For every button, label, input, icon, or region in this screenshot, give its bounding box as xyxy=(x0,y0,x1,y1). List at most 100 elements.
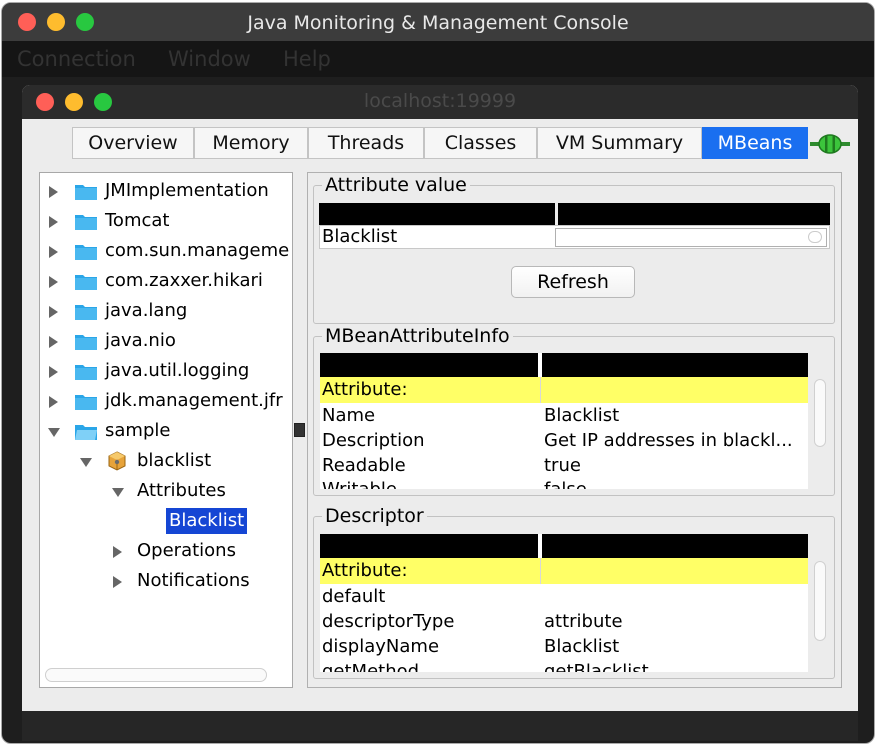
menu-window[interactable]: Window xyxy=(168,47,251,71)
descriptor-scrollbar[interactable] xyxy=(814,561,826,641)
attribute-info-group: MBeanAttributeInfo Attribute: Name Black… xyxy=(313,325,835,496)
table-header-value xyxy=(558,203,830,225)
connection-title-bar: localhost:19999 xyxy=(22,85,858,119)
tree-node-blacklist-attribute[interactable]: Blacklist xyxy=(40,508,290,534)
tree-horizontal-scrollbar[interactable] xyxy=(45,668,267,682)
expand-arrow-icon[interactable] xyxy=(49,336,58,348)
expand-arrow-icon[interactable] xyxy=(113,576,122,588)
descriptor-legend: Descriptor xyxy=(322,505,427,527)
title-bar: Java Monitoring & Management Console xyxy=(2,3,874,41)
expand-arrow-icon[interactable] xyxy=(49,366,58,378)
connection-status-icon[interactable] xyxy=(810,133,850,155)
descriptor-name-cell: default xyxy=(322,586,386,607)
tree-node-tomcat[interactable]: Tomcat xyxy=(40,208,290,234)
tree-node-label: blacklist xyxy=(137,450,212,471)
tab-overview[interactable]: Overview xyxy=(72,127,194,159)
folder-icon xyxy=(75,275,97,290)
attribute-value-group: Attribute value Blacklist Refresh xyxy=(313,174,835,324)
descriptor-table: Attribute: default descriptorType attrib… xyxy=(320,534,808,672)
attribute-value-field[interactable] xyxy=(555,228,827,247)
status-bar xyxy=(22,711,858,741)
tree-node-label: Attributes xyxy=(137,480,226,501)
connection-title: localhost:19999 xyxy=(363,90,517,112)
descriptor-header-label: Attribute: xyxy=(322,560,408,581)
tree-node-jmimplementation[interactable]: JMImplementation xyxy=(40,178,290,204)
expand-arrow-icon[interactable] xyxy=(49,306,58,318)
tree-node-java-nio[interactable]: java.nio xyxy=(40,328,290,354)
expand-arrow-icon[interactable] xyxy=(49,246,58,258)
mbean-tree[interactable]: JMImplementation Tomcat com.sun.manageme… xyxy=(39,172,293,688)
expand-arrow-icon[interactable] xyxy=(49,276,58,288)
tab-memory[interactable]: Memory xyxy=(194,127,308,159)
tree-node-java-util-logging[interactable]: java.util.logging xyxy=(40,358,290,384)
value-scroll-icon[interactable] xyxy=(808,231,822,243)
tree-node-attributes[interactable]: Attributes xyxy=(40,478,290,504)
tree-node-java-lang[interactable]: java.lang xyxy=(40,298,290,324)
tree-node-label: Tomcat xyxy=(105,210,170,231)
open-folder-icon xyxy=(75,425,97,440)
attribute-info-table: Attribute: Name Blacklist Description Ge… xyxy=(320,353,808,489)
folder-icon xyxy=(75,335,97,350)
tree-node-label: java.nio xyxy=(105,330,176,351)
bean-icon xyxy=(108,451,126,471)
descriptor-value-cell: attribute xyxy=(544,611,623,632)
tab-classes[interactable]: Classes xyxy=(424,127,537,159)
tree-node-label: Notifications xyxy=(137,570,250,591)
info-value-cell: false xyxy=(544,479,587,489)
folder-icon xyxy=(75,305,97,320)
tree-node-label: jdk.management.jfr xyxy=(105,390,283,411)
collapse-arrow-icon[interactable] xyxy=(48,428,60,437)
tree-node-label: Blacklist xyxy=(166,508,248,534)
column-divider xyxy=(540,558,541,584)
descriptor-name-cell: displayName xyxy=(322,636,440,657)
descriptor-name-cell: getMethod xyxy=(322,661,420,672)
tree-node-jdk-management-jfr[interactable]: jdk.management.jfr xyxy=(40,388,290,414)
tab-vm-summary[interactable]: VM Summary xyxy=(537,127,702,159)
info-value-cell: true xyxy=(544,455,581,476)
tab-threads[interactable]: Threads xyxy=(308,127,424,159)
split-pane-divider[interactable] xyxy=(294,423,305,437)
table-header-value xyxy=(542,353,808,377)
info-value-cell: Get IP addresses in blackl... xyxy=(544,430,793,451)
attribute-info-scrollbar[interactable] xyxy=(814,379,826,447)
expand-arrow-icon[interactable] xyxy=(49,186,58,198)
attribute-details-pane: Attribute value Blacklist Refresh MBeanA… xyxy=(307,172,842,688)
tree-node-operations[interactable]: Operations xyxy=(40,538,290,564)
expand-arrow-icon[interactable] xyxy=(49,396,58,408)
tree-node-label: JMImplementation xyxy=(105,180,269,201)
table-header-name xyxy=(320,353,538,377)
tree-node-com-zaxxer-hikari[interactable]: com.zaxxer.hikari xyxy=(40,268,290,294)
tree-node-com-sun-management[interactable]: com.sun.manageme xyxy=(40,238,290,264)
attribute-header-label: Attribute: xyxy=(322,379,408,400)
window-title: Java Monitoring & Management Console xyxy=(247,12,629,34)
tree-node-label: java.lang xyxy=(105,300,188,321)
info-name-cell: Description xyxy=(322,430,425,451)
tree-node-label: java.util.logging xyxy=(105,360,250,381)
table-header-name xyxy=(320,534,538,558)
tree-node-label: com.sun.manageme xyxy=(105,240,290,261)
menu-bar: Connection Window Help xyxy=(2,41,874,77)
app-window: Java Monitoring & Management Console Con… xyxy=(1,2,875,744)
tree-node-notifications[interactable]: Notifications xyxy=(40,568,290,594)
refresh-button[interactable]: Refresh xyxy=(511,266,635,298)
menu-help[interactable]: Help xyxy=(283,47,331,71)
table-header-name xyxy=(319,203,555,225)
descriptor-name-cell: descriptorType xyxy=(322,611,455,632)
tree-node-label: com.zaxxer.hikari xyxy=(105,270,263,291)
tree-node-sample[interactable]: sample xyxy=(40,418,290,444)
expand-arrow-icon[interactable] xyxy=(49,216,58,228)
table-header-value xyxy=(542,534,808,558)
folder-icon xyxy=(75,215,97,230)
connection-window: localhost:19999 Overview Memory Threads … xyxy=(22,85,858,741)
collapse-arrow-icon[interactable] xyxy=(112,488,124,497)
collapse-arrow-icon[interactable] xyxy=(80,458,92,467)
folder-icon xyxy=(75,365,97,380)
attribute-info-legend: MBeanAttributeInfo xyxy=(322,325,513,347)
expand-arrow-icon[interactable] xyxy=(113,546,122,558)
attribute-value-legend: Attribute value xyxy=(322,174,470,196)
tree-node-blacklist[interactable]: blacklist xyxy=(40,448,290,474)
descriptor-value-cell: getBlacklist xyxy=(544,661,649,672)
tab-mbeans[interactable]: MBeans xyxy=(702,127,808,159)
menu-connection[interactable]: Connection xyxy=(17,47,136,71)
tree-node-label: Operations xyxy=(137,540,236,561)
